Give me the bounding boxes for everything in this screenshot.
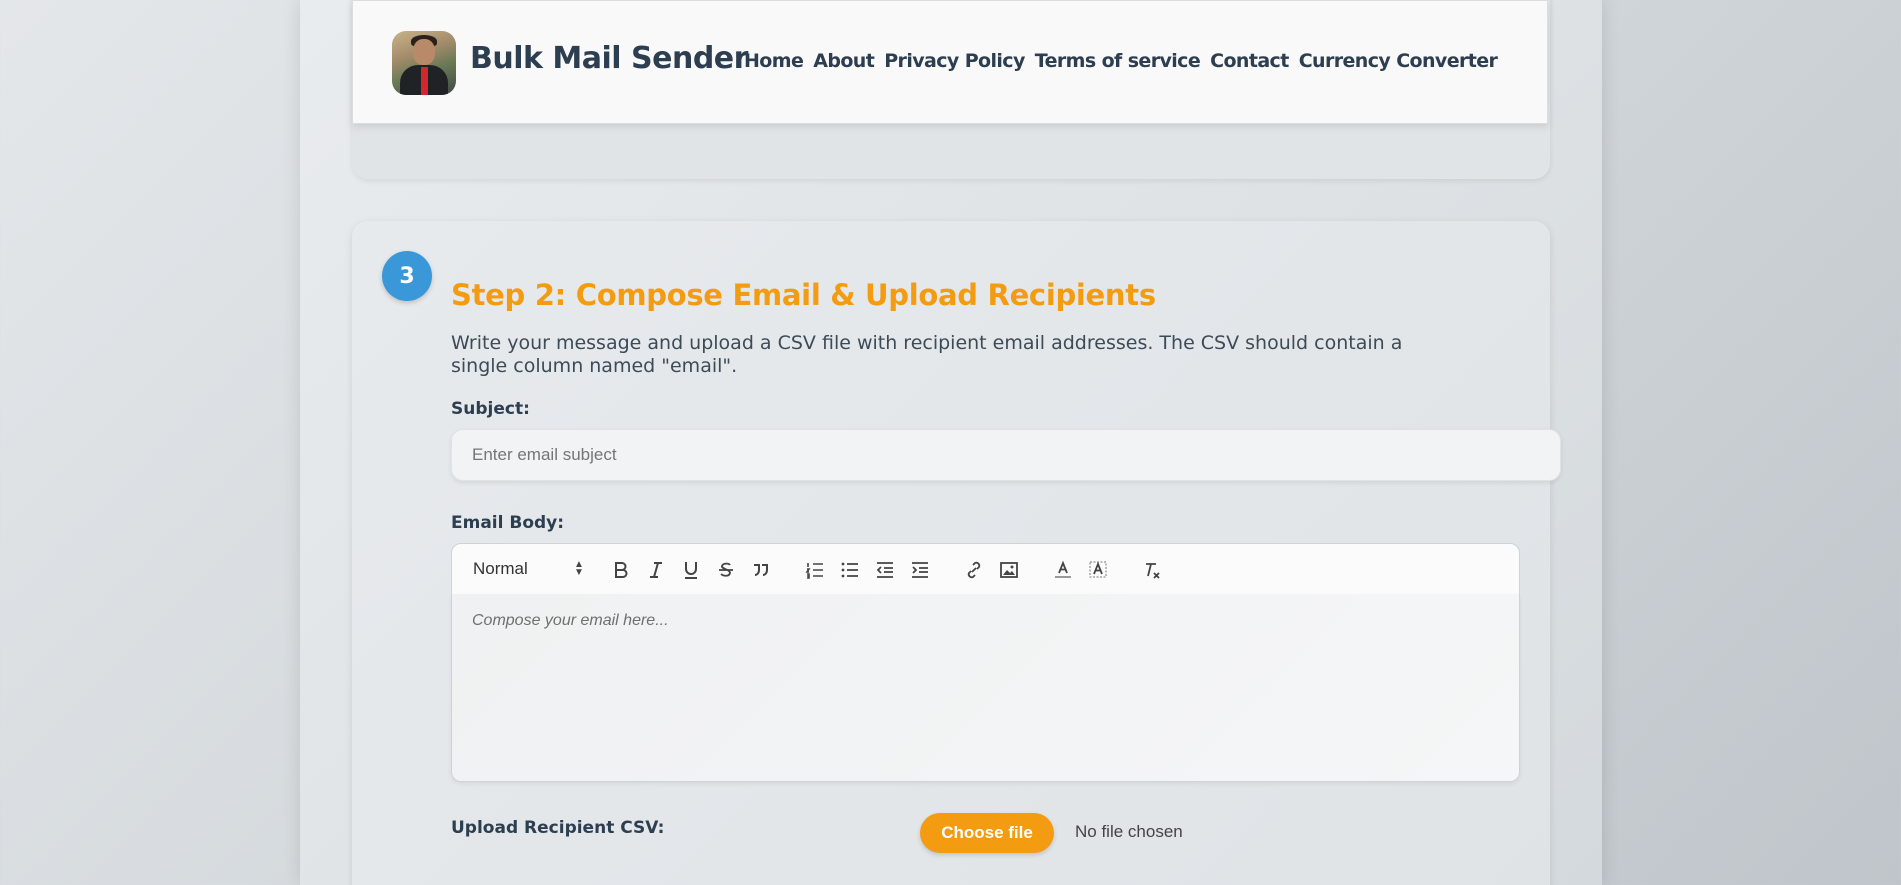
main-nav: Home About Privacy Policy Terms of servi… bbox=[744, 50, 1498, 72]
background-color-icon[interactable] bbox=[1086, 558, 1110, 582]
subject-input[interactable] bbox=[451, 429, 1561, 481]
italic-icon[interactable] bbox=[644, 558, 668, 582]
editor-toolbar: Normal ▲ ▼ bbox=[451, 543, 1520, 595]
nav-currency-link[interactable]: Currency Converter bbox=[1299, 50, 1498, 72]
subject-label: Subject: bbox=[451, 399, 530, 419]
outdent-icon[interactable] bbox=[873, 558, 897, 582]
email-body-placeholder: Compose your email here... bbox=[472, 612, 669, 629]
format-select[interactable]: Normal ▲ ▼ bbox=[473, 559, 584, 579]
format-select-value: Normal bbox=[473, 559, 528, 578]
nav-contact-link[interactable]: Contact bbox=[1210, 50, 1289, 72]
text-color-icon[interactable] bbox=[1051, 558, 1075, 582]
email-body-label: Email Body: bbox=[451, 513, 565, 533]
csv-upload-label: Upload Recipient CSV: bbox=[451, 818, 665, 838]
ordered-list-icon[interactable] bbox=[803, 558, 827, 582]
image-icon[interactable] bbox=[997, 558, 1021, 582]
step-description: Write your message and upload a CSV file… bbox=[451, 332, 1403, 377]
nav-privacy-link[interactable]: Privacy Policy bbox=[884, 50, 1025, 72]
strikethrough-icon[interactable] bbox=[714, 558, 738, 582]
avatar bbox=[392, 31, 456, 95]
indent-icon[interactable] bbox=[908, 558, 932, 582]
underline-icon[interactable] bbox=[679, 558, 703, 582]
nav-about-link[interactable]: About bbox=[813, 50, 875, 72]
file-status-text: No file chosen bbox=[1075, 822, 1183, 841]
clear-format-icon[interactable] bbox=[1140, 558, 1164, 582]
step-number-badge: 3 bbox=[382, 251, 432, 301]
select-arrows-icon: ▲ ▼ bbox=[574, 559, 584, 578]
bullet-list-icon[interactable] bbox=[838, 558, 862, 582]
email-body-editor[interactable]: Compose your email here... bbox=[451, 594, 1520, 782]
blockquote-icon[interactable] bbox=[749, 558, 773, 582]
bold-icon[interactable] bbox=[609, 558, 633, 582]
step-title: Step 2: Compose Email & Upload Recipient… bbox=[451, 278, 1156, 312]
nav-home-link[interactable]: Home bbox=[744, 50, 804, 72]
brand-title[interactable]: Bulk Mail Sender bbox=[470, 41, 748, 76]
link-icon[interactable] bbox=[962, 558, 986, 582]
choose-file-button[interactable]: Choose file bbox=[920, 813, 1054, 853]
nav-terms-link[interactable]: Terms of service bbox=[1035, 50, 1201, 72]
